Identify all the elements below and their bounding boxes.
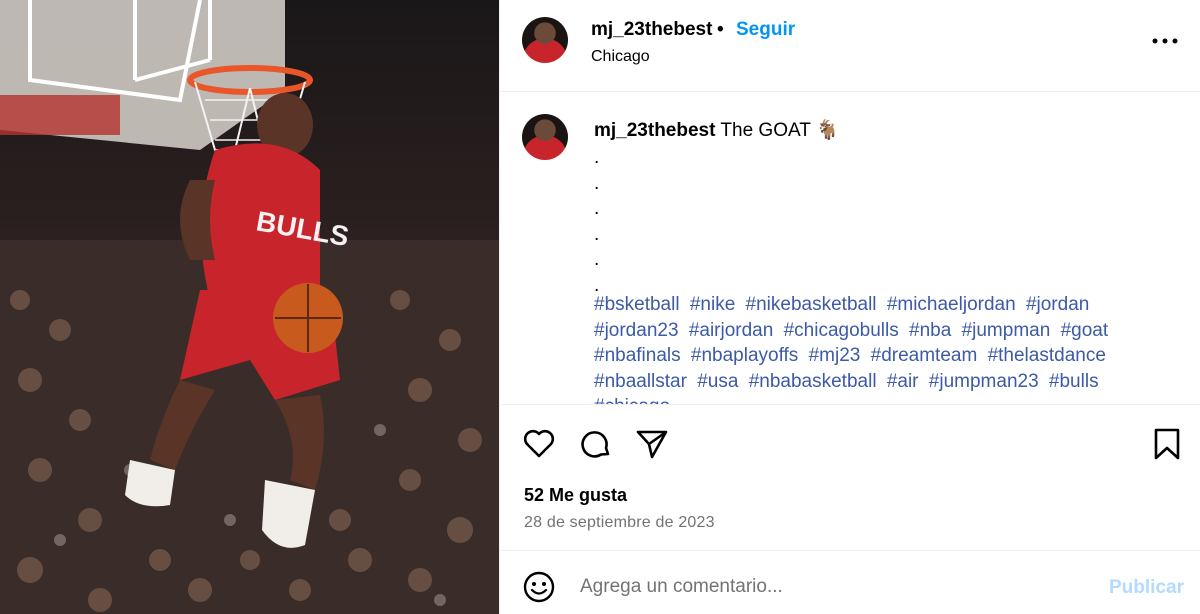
- hashtag-link[interactable]: #nike: [690, 294, 735, 315]
- caption-text: The GOAT 🐐: [720, 120, 840, 141]
- post-photo-illustration: BULLS: [0, 0, 499, 614]
- author-username[interactable]: mj_23thebest: [591, 19, 712, 41]
- hashtag-link[interactable]: #jumpman: [962, 320, 1051, 341]
- hashtag-link[interactable]: #chicago: [594, 396, 670, 404]
- comment-input[interactable]: [580, 569, 1080, 605]
- hashtag-link[interactable]: #bulls: [1049, 371, 1099, 392]
- comment-icon[interactable]: [579, 427, 613, 461]
- caption-dot-line: .: [594, 147, 600, 168]
- comment-bar: Publicar: [500, 551, 1200, 614]
- hashtag-link[interactable]: #chicagobulls: [784, 320, 899, 341]
- hashtag-link[interactable]: #bsketball: [594, 294, 680, 315]
- emoji-icon[interactable]: [522, 570, 556, 604]
- hashtag-link[interactable]: #nbaplayoffs: [691, 345, 798, 366]
- hashtag-link[interactable]: #mj23: [809, 345, 861, 366]
- post-details-panel: mj_23thebest • Seguir Chicago mj_23thebe…: [499, 0, 1200, 614]
- header-separator: •: [717, 19, 724, 40]
- caption-dot-line: .: [594, 249, 600, 270]
- post-actions: 52 Me gusta 28 de septiembre de 2023: [500, 405, 1200, 551]
- caption-author-avatar[interactable]: [522, 114, 568, 160]
- caption-dot-line: .: [594, 223, 600, 245]
- hashtag-link[interactable]: #goat: [1061, 320, 1109, 341]
- hashtag-link[interactable]: #nikebasketball: [746, 294, 877, 315]
- bookmark-icon[interactable]: [1150, 427, 1184, 461]
- post-header: mj_23thebest • Seguir Chicago: [500, 0, 1200, 92]
- hashtag-link[interactable]: #michaeljordan: [887, 294, 1016, 315]
- caption-username[interactable]: mj_23thebest: [594, 120, 715, 141]
- publish-button[interactable]: Publicar: [1109, 577, 1184, 599]
- share-icon[interactable]: [635, 427, 669, 461]
- post-image[interactable]: BULLS: [0, 0, 499, 614]
- caption-section: mj_23thebest The GOAT 🐐 . . . . . . #bsk…: [500, 92, 1200, 405]
- like-count[interactable]: 52 Me gusta: [524, 485, 627, 506]
- hashtag-link[interactable]: #nbaallstar: [594, 371, 687, 392]
- hashtag-link[interactable]: #nba: [909, 320, 951, 341]
- post-location[interactable]: Chicago: [591, 48, 650, 66]
- hashtag-link[interactable]: #nbabasketball: [749, 371, 877, 392]
- follow-button[interactable]: Seguir: [736, 19, 795, 41]
- caption-line: mj_23thebest The GOAT 🐐: [594, 118, 839, 142]
- caption-dot-line: .: [594, 172, 600, 194]
- hashtag-link[interactable]: #airjordan: [689, 320, 774, 341]
- hashtag-link[interactable]: #air: [887, 371, 919, 392]
- heart-icon[interactable]: [522, 427, 556, 461]
- hashtag-link[interactable]: #dreamteam: [871, 345, 978, 366]
- hashtag-list: #bsketball #nike #nikebasketball #michae…: [594, 292, 1154, 404]
- post-date: 28 de septiembre de 2023: [524, 514, 715, 531]
- hashtag-link[interactable]: #jumpman23: [929, 371, 1039, 392]
- hashtag-link[interactable]: #jordan: [1026, 294, 1089, 315]
- hashtag-link[interactable]: #thelastdance: [988, 345, 1106, 366]
- hashtag-link[interactable]: #nbafinals: [594, 345, 681, 366]
- more-options-icon[interactable]: [1150, 26, 1180, 56]
- caption-dots: . . . . . .: [594, 145, 599, 298]
- hashtag-link[interactable]: #usa: [697, 371, 738, 392]
- caption-dot-line: .: [594, 198, 600, 219]
- author-avatar[interactable]: [522, 17, 568, 63]
- hashtag-link[interactable]: #jordan23: [594, 320, 679, 341]
